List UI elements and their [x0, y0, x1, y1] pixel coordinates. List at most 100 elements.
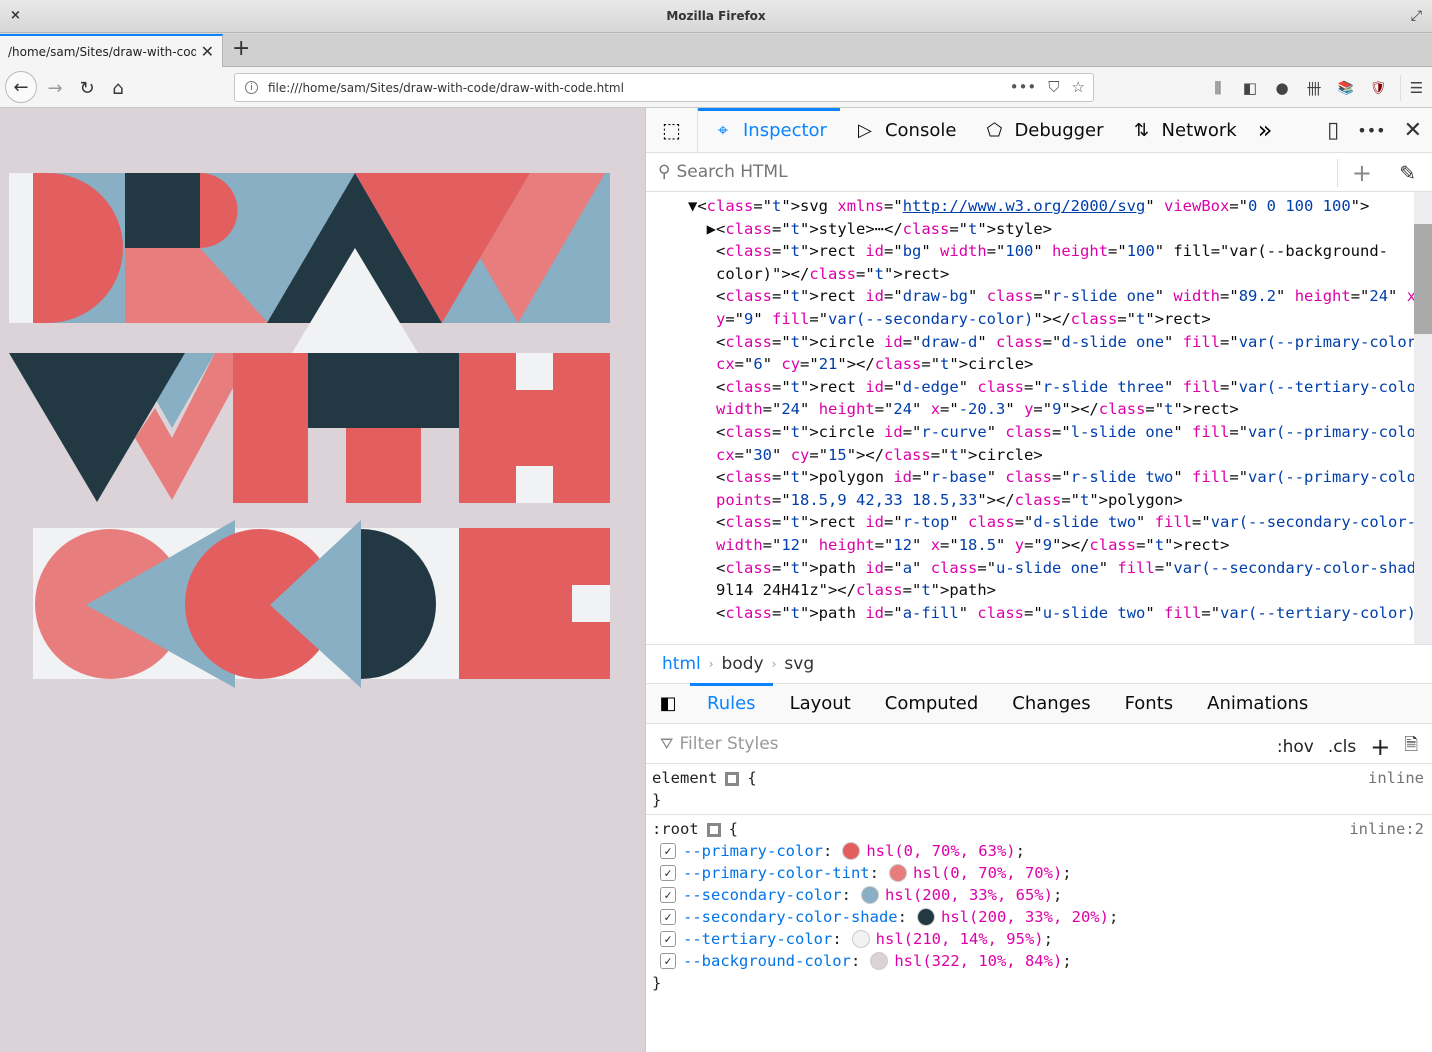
url-text[interactable]: file:///home/sam/Sites/draw-with-code/dr… [268, 81, 624, 95]
property-value[interactable]: hsl(210, 14%, 95%) [876, 928, 1044, 950]
pocket-icon[interactable]: ⛉ [1048, 78, 1059, 96]
sidebar-icon[interactable]: ◧ [1234, 75, 1266, 101]
extension-icon[interactable]: 卌 [1298, 75, 1330, 101]
ublock-icon[interactable]: 🛡 [1362, 75, 1394, 101]
eyedropper-icon[interactable]: ✎ [1399, 161, 1416, 185]
breadcrumb-html[interactable]: html [662, 654, 701, 674]
cls-toggle[interactable]: .cls [1328, 737, 1356, 757]
property-name[interactable]: --background-color [683, 950, 851, 972]
hov-toggle[interactable]: :hov [1277, 737, 1314, 757]
tab-layout[interactable]: Layout [773, 684, 868, 724]
devtools-close-icon[interactable]: ✕ [1404, 118, 1422, 143]
books-extension-icon[interactable]: 📚 [1330, 75, 1362, 101]
search-icon: ⚲ [658, 162, 671, 182]
property-name[interactable]: --secondary-color [683, 884, 842, 906]
breadcrumb-body[interactable]: body [722, 654, 764, 674]
browser-tab[interactable]: /home/sam/Sites/draw-with-code/draw-with… [0, 34, 223, 67]
responsive-design-icon[interactable]: ▯ [1327, 118, 1339, 143]
color-swatch-icon[interactable] [842, 842, 861, 860]
more-tools-icon[interactable]: » [1258, 116, 1273, 144]
markup-line[interactable]: y="9" fill="var(--secondary-color)"></cl… [688, 308, 1432, 331]
url-bar[interactable]: i file:///home/sam/Sites/draw-with-code/… [234, 73, 1094, 102]
tab-fonts[interactable]: Fonts [1108, 684, 1191, 724]
add-rule-icon[interactable]: + [1370, 733, 1390, 761]
declaration-checkbox[interactable]: ✓ [660, 887, 676, 903]
reload-icon[interactable]: ↻ [72, 73, 102, 103]
tab-rules[interactable]: Rules [690, 682, 773, 724]
markup-line[interactable]: <class="t">path id="a-fill" class="u-sli… [688, 602, 1432, 625]
markup-line[interactable]: cx="6" cy="21"></class="t">circle> [688, 353, 1432, 376]
page-actions-icon[interactable]: ••• [1010, 78, 1037, 96]
markup-line[interactable]: ▼<class="t">svg xmlns="http://www.w3.org… [688, 195, 1432, 218]
property-value[interactable]: hsl(0, 70%, 70%) [913, 862, 1062, 884]
scrollbar-thumb[interactable] [1414, 224, 1432, 334]
breadcrumb-svg[interactable]: svg [784, 654, 814, 674]
markup-line[interactable]: width="12" height="12" x="18.5" y="9"></… [688, 534, 1432, 557]
declaration-checkbox[interactable]: ✓ [660, 909, 676, 925]
property-name[interactable]: --tertiary-color [683, 928, 832, 950]
tab-console[interactable]: ▷ Console [840, 108, 969, 153]
markup-line[interactable]: <class="t">rect id="draw-bg" class="r-sl… [688, 285, 1432, 308]
window-maximize-icon[interactable]: ⤢ [1411, 8, 1422, 24]
declaration-checkbox[interactable]: ✓ [660, 931, 676, 947]
devtools-menu-icon[interactable]: ••• [1357, 121, 1385, 140]
rule-source[interactable]: inline [1368, 767, 1424, 789]
markup-line[interactable]: <class="t">circle id="draw-d" class="d-s… [688, 331, 1432, 354]
bookmark-star-icon[interactable]: ☆ [1072, 78, 1085, 96]
toggle-sidebar-icon[interactable]: ◧ [646, 693, 690, 714]
add-node-icon[interactable]: + [1336, 159, 1372, 187]
declaration-checkbox[interactable]: ✓ [660, 865, 676, 881]
tab-inspector[interactable]: ⌖ Inspector [698, 107, 840, 153]
tab-network[interactable]: ⇅ Network [1117, 108, 1250, 153]
property-value[interactable]: hsl(200, 33%, 65%) [885, 884, 1053, 906]
markup-scrollbar[interactable] [1414, 192, 1432, 644]
property-name[interactable]: --primary-color-tint [683, 862, 870, 884]
markup-line[interactable]: 9l14 24H41z"></class="t">path> [688, 579, 1432, 602]
declaration-checkbox[interactable]: ✓ [660, 953, 676, 969]
search-html-input[interactable] [676, 162, 1277, 182]
markup-line[interactable]: points="18.5,9 42,33 18.5,33"></class="t… [688, 489, 1432, 512]
markup-line[interactable]: <class="t">circle id="r-curve" class="l-… [688, 421, 1432, 444]
tab-animations[interactable]: Animations [1190, 684, 1325, 724]
library-icon[interactable]: ⫼ [1202, 75, 1234, 101]
site-info-icon[interactable]: i [245, 81, 258, 94]
markup-line[interactable]: ▶<class="t">style>⋯</class="t">style> [688, 218, 1432, 241]
property-name[interactable]: --secondary-color-shade [683, 906, 898, 928]
property-name[interactable]: --primary-color [683, 840, 823, 862]
tab-changes[interactable]: Changes [995, 684, 1107, 724]
back-icon[interactable]: ← [5, 71, 37, 103]
markup-line[interactable]: cx="30" cy="15"></class="t">circle> [688, 444, 1432, 467]
print-media-icon[interactable]: 🗎 [1404, 732, 1418, 761]
color-swatch-icon[interactable] [916, 908, 935, 926]
forward-icon[interactable]: → [40, 73, 70, 103]
element-picker-icon[interactable]: ⬚ [646, 107, 698, 153]
toolbar-icons: ⫼ ◧ ● 卌 📚 🛡 ☰ [1202, 75, 1432, 101]
tab-debugger[interactable]: ⬠ Debugger [969, 108, 1116, 153]
element-target-icon[interactable] [725, 771, 740, 786]
color-swatch-icon[interactable] [851, 930, 870, 948]
tab-close-icon[interactable]: ✕ [201, 42, 214, 61]
markup-line[interactable]: <class="t">polygon id="r-base" class="r-… [688, 466, 1432, 489]
property-value[interactable]: hsl(200, 33%, 20%) [941, 906, 1109, 928]
account-icon[interactable]: ● [1266, 75, 1298, 101]
new-tab-icon[interactable]: + [232, 36, 250, 61]
markup-line[interactable]: <class="t">path id="a" class="u-slide on… [688, 557, 1432, 580]
menu-icon[interactable]: ☰ [1400, 75, 1432, 101]
color-swatch-icon[interactable] [860, 886, 879, 904]
markup-line[interactable]: <class="t">rect id="bg" width="100" heig… [688, 240, 1432, 263]
rule-source[interactable]: inline:2 [1349, 818, 1424, 840]
tab-computed[interactable]: Computed [868, 684, 996, 724]
property-value[interactable]: hsl(322, 10%, 84%) [894, 950, 1062, 972]
property-value[interactable]: hsl(0, 70%, 63%) [866, 840, 1015, 862]
element-target-icon[interactable] [706, 822, 721, 837]
window-close-icon[interactable]: × [10, 8, 21, 23]
color-swatch-icon[interactable] [888, 864, 907, 882]
markup-line[interactable]: <class="t">rect id="r-top" class="d-slid… [688, 511, 1432, 534]
markup-line[interactable]: width="24" height="24" x="-20.3" y="9"><… [688, 398, 1432, 421]
home-icon[interactable]: ⌂ [103, 73, 133, 103]
declaration-checkbox[interactable]: ✓ [660, 843, 676, 859]
markup-line[interactable]: color)"></class="t">rect> [688, 263, 1432, 286]
markup-line[interactable]: <class="t">rect id="d-edge" class="r-sli… [688, 376, 1432, 399]
color-swatch-icon[interactable] [870, 952, 889, 970]
filter-styles-input[interactable]: Filter Styles [679, 734, 778, 754]
